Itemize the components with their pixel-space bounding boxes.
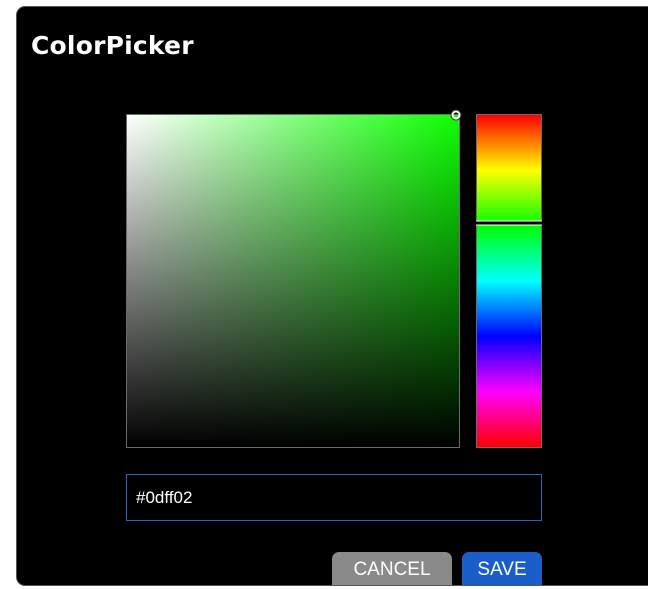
value-gradient — [127, 115, 459, 447]
cancel-button[interactable]: CANCEL — [332, 552, 452, 585]
dialog-title: ColorPicker — [31, 31, 194, 60]
hue-slider[interactable] — [476, 114, 542, 448]
hue-slider-handle[interactable] — [476, 220, 542, 226]
color-picker-dialog: ColorPicker CANCEL SAVE — [16, 6, 648, 586]
saturation-value-area[interactable] — [126, 110, 461, 448]
hex-color-input[interactable] — [126, 474, 542, 521]
save-button[interactable]: SAVE — [462, 552, 542, 585]
saturation-value-handle[interactable] — [451, 110, 461, 120]
